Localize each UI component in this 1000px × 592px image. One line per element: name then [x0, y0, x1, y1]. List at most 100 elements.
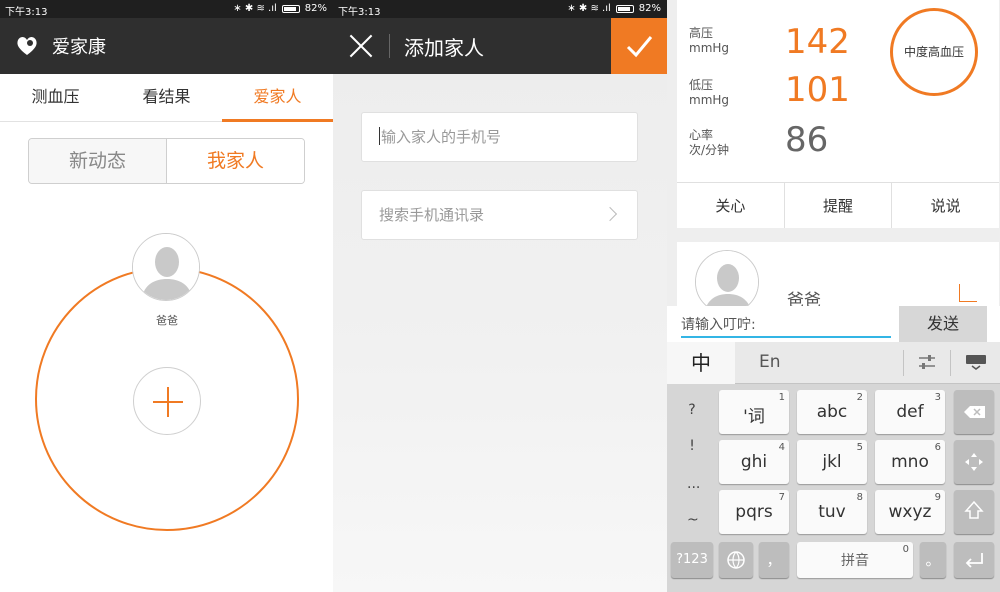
enter-key[interactable]: [954, 542, 994, 578]
message-input[interactable]: 请输入叮咛:: [681, 314, 891, 338]
backspace-key[interactable]: [954, 390, 994, 434]
send-button[interactable]: 发送: [899, 306, 987, 342]
comma-key[interactable]: ，: [759, 542, 789, 578]
heart-rate-title: 心率: [689, 128, 714, 142]
key-exclaim[interactable]: !: [687, 438, 697, 454]
key-label: '词: [743, 407, 765, 427]
key-number: 6: [934, 442, 941, 453]
key-5[interactable]: jkl 5: [797, 440, 867, 484]
main-tabs: 测血压 看结果 爱家人: [0, 74, 333, 122]
app-title-bar: 爱家康: [0, 18, 333, 74]
key-question[interactable]: ?: [687, 402, 697, 418]
segment-my-family[interactable]: 我家人: [166, 139, 304, 183]
systolic-label: 高压 mmHg: [689, 26, 729, 56]
key-tilde[interactable]: ~: [687, 512, 699, 528]
key-number: 0: [902, 544, 909, 555]
share-icon[interactable]: [959, 284, 977, 302]
tab-family[interactable]: 爱家人: [222, 74, 333, 122]
key-label: mno: [891, 452, 929, 472]
battery-level: 82%: [638, 3, 661, 14]
settings-sliders-icon[interactable]: [917, 354, 937, 370]
key-2[interactable]: abc 2: [797, 390, 867, 434]
key-1[interactable]: '词 1: [719, 390, 789, 434]
diastolic-unit: mmHg: [689, 93, 730, 107]
move-cursor-icon: [965, 453, 983, 471]
family-feed-card: 爸爸: [677, 242, 999, 312]
person-icon: [133, 234, 199, 300]
keyboard: 中 En ? ! ... ~ '词 1 abc 2 def 3 ghi 4 jkl 5 m…: [667, 342, 1000, 592]
comment-button[interactable]: 说说: [891, 183, 999, 228]
key-6[interactable]: mno 6: [875, 440, 945, 484]
page-title: 添加家人: [404, 36, 484, 60]
backspace-icon: [964, 406, 985, 418]
home-screen: 下午3:13 ∗ ✱ ≋ .ıl 82% 爱家康 测血压 看结果 爱家人 新动态 …: [0, 0, 333, 592]
toolbar-divider: [903, 350, 904, 376]
diastolic-value: 101: [785, 70, 850, 110]
member-name: 爸爸: [156, 314, 178, 327]
close-icon[interactable]: [348, 33, 374, 59]
english-mode-key[interactable]: En: [759, 352, 781, 372]
measurement-card: 高压 mmHg 142 低压 mmHg 101 心率 次/分钟 86 中度高血压: [677, 0, 999, 182]
phone-placeholder: 输入家人的手机号: [381, 128, 502, 146]
checkmark-icon: [626, 36, 653, 58]
battery-icon: [615, 4, 634, 13]
tab-results[interactable]: 看结果: [111, 74, 222, 121]
battery-icon: [281, 4, 300, 13]
text-cursor: [379, 127, 380, 145]
key-9[interactable]: wxyz 9: [875, 490, 945, 534]
add-family-title-bar: 添加家人: [333, 18, 667, 74]
shift-icon: [964, 500, 984, 519]
key-3[interactable]: def 3: [875, 390, 945, 434]
globe-icon: [727, 551, 745, 569]
family-avatar[interactable]: [695, 250, 759, 312]
message-bar: 请输入叮咛: 发送: [667, 306, 1000, 342]
number-mode-key[interactable]: ?123: [671, 542, 713, 578]
confirm-button[interactable]: [611, 18, 667, 74]
period-key[interactable]: 。: [920, 542, 946, 578]
key-7[interactable]: pqrs 7: [719, 490, 789, 534]
status-time: 下午3:13: [5, 7, 48, 18]
member-avatar[interactable]: [132, 233, 200, 301]
status-icons: ∗ ✱ ≋ .ıl: [233, 3, 277, 14]
chinese-mode-key[interactable]: 中: [667, 342, 735, 384]
systolic-unit: mmHg: [689, 41, 730, 55]
key-label: pqrs: [735, 502, 773, 522]
key-4[interactable]: ghi 4: [719, 440, 789, 484]
status-bar: 下午3:13 ∗ ✱ ≋ .ıl 82%: [333, 0, 667, 18]
status-icons: ∗ ✱ ≋ .ıl: [567, 3, 611, 14]
key-number: 2: [856, 392, 863, 403]
battery-level: 82%: [304, 3, 327, 14]
key-number: 1: [778, 392, 785, 403]
hide-keyboard-icon[interactable]: [965, 354, 987, 370]
add-family-screen: 下午3:13 ∗ ✱ ≋ .ıl 82% 添加家人 输入家人的手机号 搜索手机通讯…: [333, 0, 667, 592]
add-member-button[interactable]: [133, 367, 201, 435]
status-badge: 中度高血压: [890, 8, 978, 96]
space-key[interactable]: 拼音 0: [797, 542, 913, 578]
search-contacts-button[interactable]: 搜索手机通讯录: [361, 190, 638, 240]
action-bar: 关心 提醒 说说: [677, 182, 999, 228]
app-title: 爱家康: [52, 37, 106, 58]
key-number: 7: [778, 492, 785, 503]
enter-icon: [965, 553, 983, 568]
status-time: 下午3:13: [338, 7, 381, 18]
key-ellipsis[interactable]: ...: [687, 476, 700, 492]
key-label: wxyz: [888, 502, 932, 522]
tab-measure[interactable]: 测血压: [0, 74, 111, 121]
keyboard-toolbar: 中 En: [667, 342, 1000, 384]
systolic-value: 142: [785, 22, 850, 62]
key-label: ghi: [740, 452, 768, 472]
key-number: 5: [856, 442, 863, 453]
cursor-move-key[interactable]: [954, 440, 994, 484]
key-8[interactable]: tuv 8: [797, 490, 867, 534]
language-key[interactable]: [719, 542, 753, 578]
key-number: 8: [856, 492, 863, 503]
shift-key[interactable]: [954, 490, 994, 534]
care-button[interactable]: 关心: [677, 183, 784, 228]
key-number: 9: [934, 492, 941, 503]
search-contacts-label: 搜索手机通讯录: [379, 206, 485, 224]
heart-rate-value: 86: [785, 120, 829, 160]
remind-button[interactable]: 提醒: [783, 183, 892, 228]
phone-input[interactable]: 输入家人的手机号: [361, 112, 638, 162]
heart-rate-label: 心率 次/分钟: [689, 128, 729, 158]
segment-news[interactable]: 新动态: [29, 139, 166, 183]
